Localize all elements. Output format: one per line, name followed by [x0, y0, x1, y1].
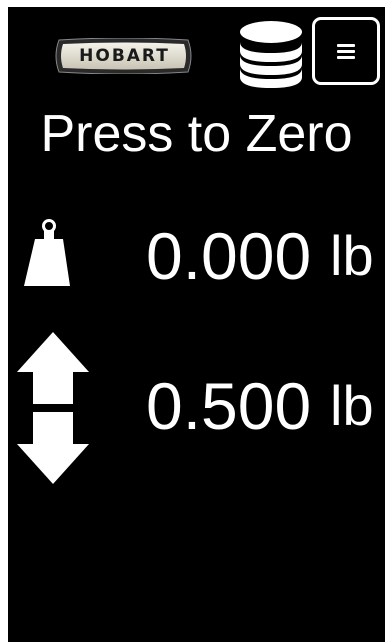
tare-value: 0.500 — [146, 369, 312, 443]
weight-value: 0.000 — [146, 219, 312, 293]
up-down-arrows-icon — [17, 332, 89, 484]
tare-unit: lb — [330, 374, 374, 437]
weight-row: 0.000 lb — [8, 212, 385, 297]
coin-stack-icon — [240, 21, 302, 88]
weight-unit: lb — [330, 224, 374, 287]
logo-text: HOBART — [79, 46, 170, 66]
hamburger-menu-icon — [337, 44, 355, 47]
press-to-zero-button[interactable]: Press to Zero — [8, 103, 385, 165]
tare-row: 0.500 lb — [8, 327, 385, 487]
scale-screen: HOBART Press to Zero 0.000 lb 0.500 lb — [8, 7, 385, 642]
coins-button[interactable] — [236, 18, 306, 90]
weight-icon — [24, 219, 70, 286]
menu-button[interactable] — [312, 17, 380, 85]
hobart-logo: HOBART — [53, 38, 194, 74]
